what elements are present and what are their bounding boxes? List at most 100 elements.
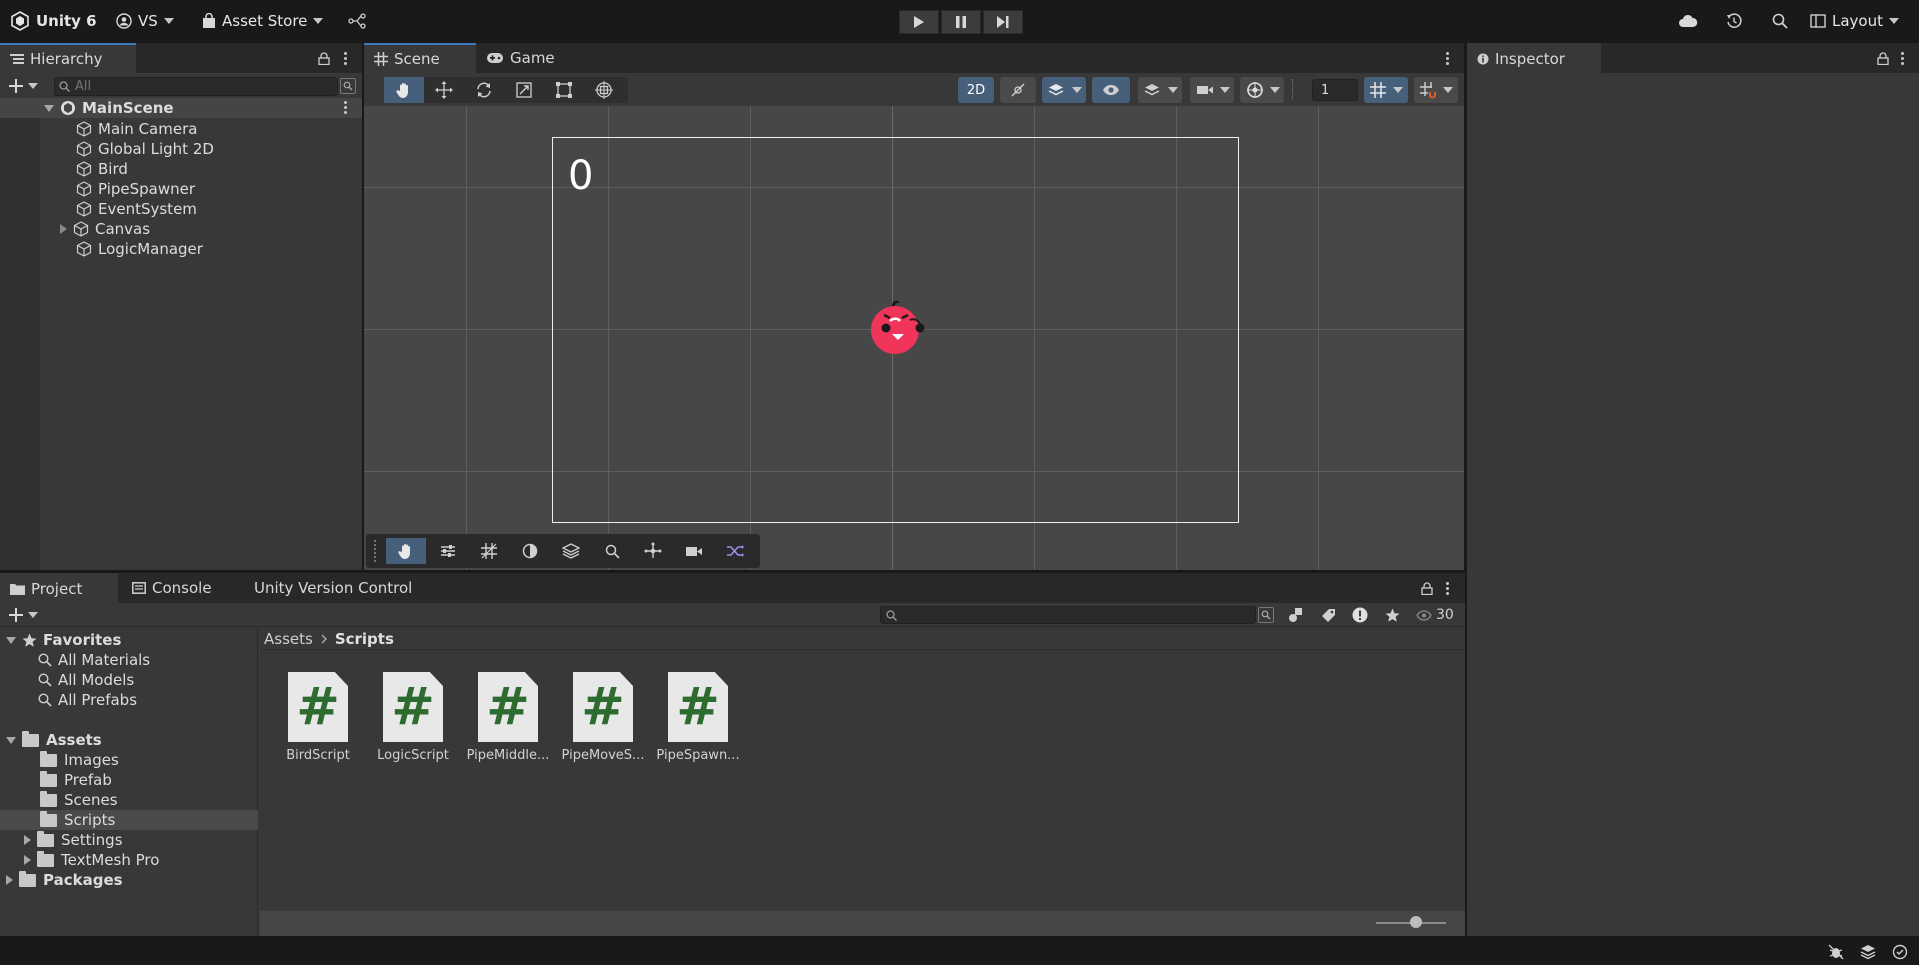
script-file-pipemove[interactable]: # PipeMoveS... — [558, 672, 648, 763]
script-file-pipespawn[interactable]: # PipeSpawn... — [653, 672, 743, 763]
expand-arrow-icon[interactable] — [24, 855, 31, 865]
filter-by-label-button[interactable] — [1316, 606, 1340, 624]
camera-dropdown[interactable] — [1190, 77, 1234, 103]
drag-handle[interactable] — [374, 540, 376, 562]
expand-arrow-icon[interactable] — [60, 224, 67, 234]
search-button[interactable] — [1768, 10, 1792, 32]
account-dropdown[interactable]: VS — [116, 8, 174, 34]
layout-dropdown[interactable]: Layout — [1810, 8, 1899, 34]
transform-tool-button[interactable] — [584, 77, 624, 103]
visibility-toggle[interactable] — [1092, 77, 1130, 103]
hand-tool-button[interactable] — [384, 77, 424, 103]
overlay-hand-button[interactable] — [386, 538, 426, 564]
tab-project[interactable]: Project — [0, 573, 118, 603]
hierarchy-item-eventsystem[interactable]: EventSystem — [76, 199, 197, 219]
overlay-search-button[interactable] — [592, 538, 632, 564]
hierarchy-item-bird[interactable]: Bird — [76, 159, 128, 179]
more-icon[interactable] — [344, 51, 348, 67]
pause-button[interactable] — [941, 10, 981, 34]
folder-settings[interactable]: Settings — [24, 830, 123, 850]
hierarchy-item-logicmanager[interactable]: LogicManager — [76, 239, 203, 259]
script-file-birdscript[interactable]: # BirdScript — [273, 672, 363, 763]
tab-inspector[interactable]: Inspector — [1467, 43, 1601, 73]
effects-dropdown[interactable] — [1042, 77, 1086, 103]
project-search-input[interactable] — [902, 608, 1222, 622]
expand-arrow-icon[interactable] — [6, 636, 16, 644]
expand-arrow-icon[interactable] — [24, 835, 31, 845]
grid-dropdown[interactable] — [1364, 77, 1408, 103]
folder-prefab[interactable]: Prefab — [40, 770, 112, 790]
play-button[interactable] — [899, 10, 939, 34]
overlay-grid-button[interactable] — [469, 538, 509, 564]
create-asset-button[interactable] — [6, 607, 40, 623]
2d-mode-toggle[interactable]: 2D — [958, 77, 994, 103]
folder-images[interactable]: Images — [40, 750, 119, 770]
scale-tool-button[interactable] — [504, 77, 544, 103]
history-button[interactable] — [1722, 10, 1746, 32]
folder-textmesh-pro[interactable]: TextMesh Pro — [24, 850, 159, 870]
step-button[interactable] — [983, 10, 1023, 34]
score-text[interactable]: 0 — [568, 156, 593, 196]
favorite-item-all-materials[interactable]: All Materials — [38, 650, 150, 670]
icon-size-slider-handle[interactable] — [1410, 916, 1422, 928]
lock-button[interactable] — [1875, 50, 1891, 66]
create-button[interactable] — [6, 77, 40, 95]
overlay-shading-button[interactable] — [510, 538, 550, 564]
lock-button[interactable] — [1419, 580, 1435, 596]
hierarchy-item-main-camera[interactable]: Main Camera — [76, 119, 197, 139]
script-file-logicscript[interactable]: # LogicScript — [368, 672, 458, 763]
overlay-settings-button[interactable] — [428, 538, 468, 564]
bird-sprite[interactable] — [862, 292, 928, 358]
project-search[interactable] — [880, 606, 1256, 624]
unity-logo-menu[interactable]: Unity 6 — [10, 8, 97, 34]
script-file-pipemiddle[interactable]: # PipeMiddle... — [463, 672, 553, 763]
scene-filter-button[interactable] — [340, 78, 356, 94]
move-tool-button[interactable] — [424, 77, 464, 103]
more-icon[interactable] — [1901, 51, 1905, 67]
snap-dropdown[interactable] — [1414, 77, 1458, 103]
overlay-pivot-button[interactable] — [633, 538, 673, 564]
overlay-camera-button[interactable] — [674, 538, 714, 564]
more-icon[interactable] — [1446, 581, 1450, 597]
lock-button[interactable] — [316, 50, 332, 66]
favorites-section[interactable]: Favorites — [6, 630, 121, 650]
folder-scenes[interactable]: Scenes — [40, 790, 118, 810]
hierarchy-search-input[interactable] — [75, 79, 275, 94]
tab-unity-version-control[interactable]: Unity Version Control — [244, 573, 424, 603]
overlay-shuffle-button[interactable] — [715, 538, 755, 564]
hierarchy-item-global-light-2d[interactable]: Global Light 2D — [76, 139, 214, 159]
breadcrumb-scripts[interactable]: Scripts — [335, 630, 394, 648]
hierarchy-scene-row[interactable]: MainScene — [0, 98, 362, 118]
cache-server-button[interactable] — [1858, 943, 1878, 961]
version-control-button[interactable] — [348, 8, 366, 34]
hierarchy-item-pipespawner[interactable]: PipeSpawner — [76, 179, 195, 199]
lighting-toggle[interactable] — [1000, 77, 1036, 103]
progress-status-button[interactable] — [1890, 943, 1910, 961]
more-icon[interactable] — [1446, 51, 1450, 67]
gizmos-dropdown[interactable] — [1240, 77, 1284, 103]
favorite-item-all-prefabs[interactable]: All Prefabs — [38, 690, 137, 710]
cloud-button[interactable] — [1676, 10, 1700, 32]
grid-size-field[interactable]: 1 — [1312, 79, 1358, 101]
search-mode-button[interactable] — [1258, 607, 1274, 623]
expand-arrow-icon[interactable] — [6, 875, 13, 885]
filter-by-log-button[interactable] — [1348, 606, 1372, 624]
bug-toggle-button[interactable] — [1826, 943, 1846, 961]
more-icon[interactable] — [344, 100, 348, 116]
scene-viewport[interactable]: 0 — [364, 106, 1464, 570]
packages-section[interactable]: Packages — [6, 870, 123, 890]
asset-store-dropdown[interactable]: Asset Store — [202, 8, 324, 34]
folder-scripts[interactable]: Scripts — [40, 810, 115, 830]
breadcrumb-assets[interactable]: Assets — [264, 630, 313, 648]
favorite-button[interactable] — [1380, 606, 1404, 624]
expand-arrow-icon[interactable] — [44, 104, 54, 112]
hierarchy-search[interactable] — [54, 77, 338, 96]
tab-console[interactable]: Console — [122, 573, 222, 603]
overlay-layers-button[interactable] — [551, 538, 591, 564]
visible-items-counter[interactable]: 30 — [1416, 606, 1454, 624]
assets-section[interactable]: Assets — [6, 730, 102, 750]
tab-hierarchy[interactable]: Hierarchy — [0, 43, 136, 73]
rect-tool-button[interactable] — [544, 77, 584, 103]
favorite-item-all-models[interactable]: All Models — [38, 670, 134, 690]
filter-by-type-button[interactable] — [1284, 606, 1308, 624]
